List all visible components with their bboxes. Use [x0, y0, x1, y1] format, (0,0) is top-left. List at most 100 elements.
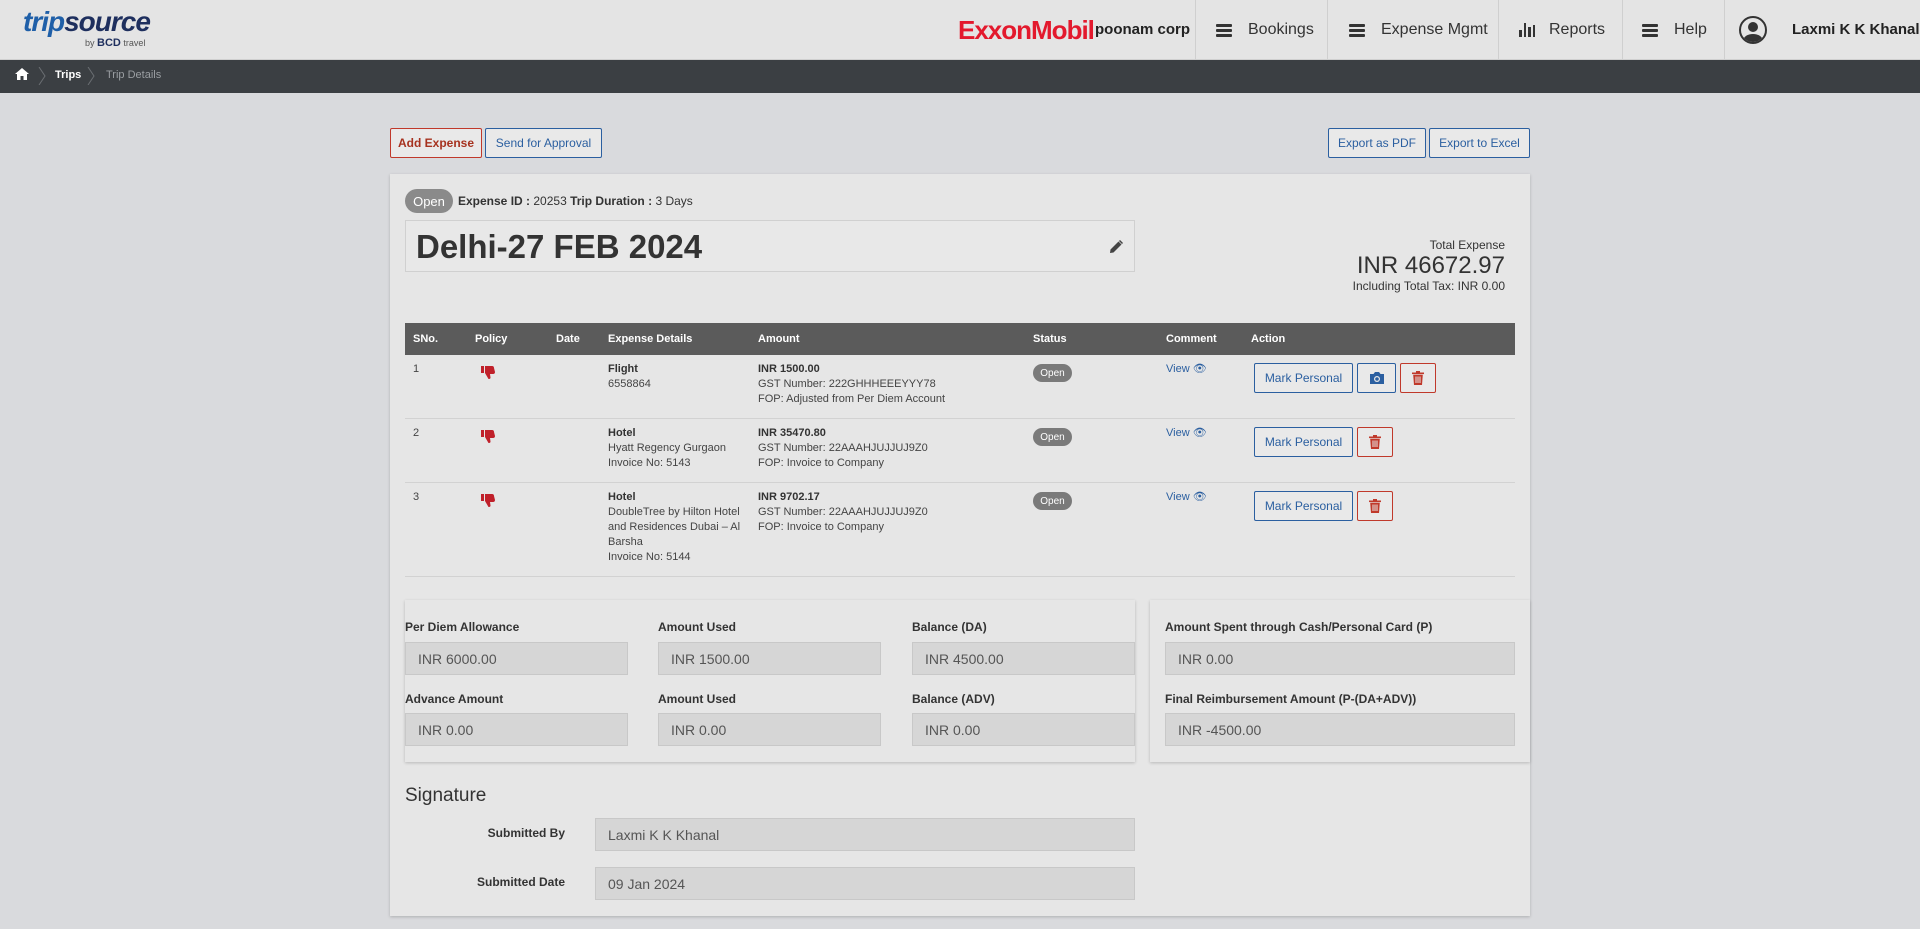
nav-bookings-label: Bookings	[1248, 21, 1314, 38]
hamburger-icon	[1216, 23, 1232, 37]
expense-type: Flight	[608, 363, 638, 375]
nav-help[interactable]: Help	[1622, 0, 1724, 60]
gst-number: GST Number: 22AAAHJUJJUJ9Z0	[758, 442, 928, 454]
status-badge: Open	[1033, 364, 1072, 382]
gst-number: GST Number: 222GHHHEEEYYY78	[758, 378, 936, 390]
bar-chart-icon	[1519, 23, 1535, 37]
nav-reports[interactable]: Reports	[1498, 0, 1622, 60]
expense-detail: Barsha	[608, 536, 643, 548]
view-comment-label: View	[1166, 491, 1190, 503]
table-row: 1 Flight 6558864 INR 1500.00 GST Number:…	[405, 355, 1515, 419]
logo-travel: travel	[123, 38, 146, 48]
view-comment-label: View	[1166, 427, 1190, 439]
balance-adv-field: INR 0.00	[912, 713, 1135, 746]
add-expense-button[interactable]: Add Expense	[390, 128, 482, 158]
col-comment: Comment	[1166, 333, 1217, 345]
delete-expense-button[interactable]	[1357, 491, 1393, 521]
row-amount: INR 35470.80 GST Number: 22AAAHJUJJUJ9Z0…	[758, 426, 928, 471]
eye-icon: 👁︎	[1192, 491, 1207, 503]
amount-value: INR 9702.17	[758, 491, 820, 503]
form-of-payment: FOP: Invoice to Company	[758, 457, 884, 469]
logo-by: by	[85, 38, 95, 48]
advance-amount-label: Advance Amount	[405, 692, 504, 706]
delete-expense-button[interactable]	[1400, 363, 1436, 393]
export-excel-button[interactable]: Export to Excel	[1429, 128, 1530, 158]
final-reimbursement-field: INR -4500.00	[1165, 713, 1515, 746]
per-diem-field: INR 6000.00	[405, 642, 628, 675]
breadcrumb-separator-icon	[38, 67, 46, 85]
balance-da-field: INR 4500.00	[912, 642, 1135, 675]
nav-expense-mgmt[interactable]: Expense Mgmt	[1327, 0, 1498, 60]
policy-violation-thumbs-down-icon[interactable]	[480, 364, 496, 380]
table-row: 2 Hotel Hyatt Regency Gurgaon Invoice No…	[405, 419, 1515, 483]
trip-title-box: Delhi-27 FEB 2024	[405, 220, 1135, 272]
invoice-number: Invoice No: 5144	[608, 551, 691, 563]
amount-spent-field: INR 0.00	[1165, 642, 1515, 675]
eye-icon: 👁︎	[1192, 363, 1207, 375]
per-diem-label: Per Diem Allowance	[405, 620, 520, 634]
col-amount: Amount	[758, 333, 800, 345]
expense-detail: DoubleTree by Hilton Hotel	[608, 506, 740, 518]
breadcrumb-separator-icon	[87, 67, 95, 85]
balance-adv-label: Balance (ADV)	[912, 692, 995, 706]
submitted-by-field: Laxmi K K Khanal	[595, 818, 1135, 851]
expense-type: Hotel	[608, 491, 636, 503]
col-expense-details: Expense Details	[608, 333, 693, 345]
corp-name: poonam corp	[1095, 21, 1191, 38]
logo-text-trip: trip	[23, 6, 65, 37]
nav-reports-label: Reports	[1549, 21, 1606, 38]
col-policy: Policy	[475, 333, 508, 345]
hamburger-icon	[1349, 23, 1365, 37]
policy-violation-thumbs-down-icon[interactable]	[480, 492, 496, 508]
expense-table: SNo. Policy Date Expense Details Amount …	[405, 323, 1515, 577]
col-sno: SNo.	[413, 333, 439, 345]
tripsource-logo[interactable]: tripsource by BCD travel	[23, 6, 151, 50]
trip-duration-value: 3 Days	[655, 194, 693, 208]
row-expense-details: Hotel DoubleTree by Hilton Hotel and Res…	[608, 490, 748, 565]
expense-detail: Hyatt Regency Gurgaon	[608, 442, 727, 454]
expense-status-badge: Open	[405, 189, 453, 213]
trash-icon	[1369, 435, 1381, 449]
view-comment-link[interactable]: View 👁︎	[1166, 426, 1207, 439]
total-tax-line: Including Total Tax: INR 0.00	[1352, 279, 1505, 293]
policy-violation-thumbs-down-icon[interactable]	[480, 428, 496, 444]
form-of-payment: FOP: Invoice to Company	[758, 521, 884, 533]
breadcrumb: Trips Trip Details	[0, 60, 1920, 93]
nav-help-label: Help	[1674, 21, 1707, 38]
total-expense-label: Total Expense	[1429, 238, 1505, 252]
nav-bookings[interactable]: Bookings	[1195, 0, 1327, 60]
export-pdf-button[interactable]: Export as PDF	[1328, 128, 1426, 158]
delete-expense-button[interactable]	[1357, 427, 1393, 457]
col-action: Action	[1251, 333, 1286, 345]
logo-bcd: BCD	[97, 37, 121, 49]
mark-personal-button[interactable]: Mark Personal	[1254, 363, 1353, 393]
advance-amount-field: INR 0.00	[405, 713, 628, 746]
trash-icon	[1369, 499, 1381, 513]
nav-expense-mgmt-label: Expense Mgmt	[1381, 21, 1488, 38]
view-comment-link[interactable]: View 👁︎	[1166, 490, 1207, 503]
mark-personal-button[interactable]: Mark Personal	[1254, 427, 1353, 457]
logo-text-source: source	[64, 6, 151, 37]
submitted-by-label: Submitted By	[487, 826, 565, 840]
view-comment-link[interactable]: View 👁︎	[1166, 362, 1207, 375]
mark-personal-button[interactable]: Mark Personal	[1254, 491, 1353, 521]
col-date: Date	[556, 333, 580, 345]
home-icon[interactable]	[15, 68, 29, 80]
edit-pencil-icon[interactable]	[1108, 239, 1124, 255]
amount-used-da-label: Amount Used	[658, 620, 736, 634]
submitted-date-field: 09 Jan 2024	[595, 867, 1135, 900]
form-of-payment: FOP: Adjusted from Per Diem Account	[758, 393, 946, 405]
trip-duration-label: Trip Duration :	[570, 194, 653, 208]
breadcrumb-trip-details: Trip Details	[106, 69, 162, 81]
send-for-approval-button[interactable]: Send for Approval	[485, 128, 602, 158]
user-name[interactable]: Laxmi K K Khanal	[1792, 21, 1920, 38]
hamburger-icon	[1642, 23, 1658, 37]
top-navigation-bar: tripsource by BCD travel ExxonMobil poon…	[0, 0, 1920, 60]
receipt-camera-button[interactable]	[1357, 363, 1396, 393]
row-amount: INR 1500.00 GST Number: 222GHHHEEEYYY78 …	[758, 362, 945, 407]
camera-icon	[1369, 372, 1384, 384]
table-row: 3 Hotel DoubleTree by Hilton Hotel and R…	[405, 483, 1515, 577]
trip-title: Delhi-27 FEB 2024	[416, 228, 703, 265]
invoice-number: Invoice No: 5143	[608, 457, 691, 469]
breadcrumb-trips[interactable]: Trips	[55, 69, 81, 81]
